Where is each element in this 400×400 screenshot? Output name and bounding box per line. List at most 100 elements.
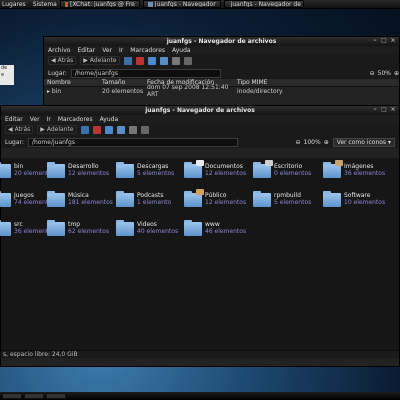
- folder-item-escritorio[interactable]: Escritorio 0 elementos: [253, 160, 323, 178]
- taskbar-button[interactable]: [46, 393, 66, 399]
- window-titlebar[interactable]: juanfgs - Navegador de archivos – □ ×: [44, 37, 399, 46]
- back-button[interactable]: ◀ Atrás: [5, 125, 34, 134]
- folder-count: 40 elementos: [137, 227, 179, 235]
- reload-icon[interactable]: [104, 125, 113, 134]
- folder-item-www[interactable]: www 46 elementos: [184, 220, 254, 236]
- fragment-text: e: [1, 72, 5, 78]
- zoom-in-icon[interactable]: ⊕: [394, 70, 399, 77]
- maximize-icon[interactable]: □: [381, 107, 387, 113]
- folder-item-videos[interactable]: Videos 40 elementos: [116, 220, 186, 236]
- folder-item-desarrollo[interactable]: Desarrollo 12 elementos: [47, 162, 117, 178]
- folder-item-publico[interactable]: Público 12 elementos: [184, 189, 254, 207]
- reload-icon[interactable]: [147, 56, 156, 65]
- forward-button[interactable]: ▶ Adelante: [80, 56, 120, 65]
- menu-ir[interactable]: Ir: [119, 47, 123, 54]
- column-header-type[interactable]: Tipo MIME: [234, 79, 314, 86]
- folder-icon: [323, 160, 343, 178]
- window-titlebar[interactable]: juanfgs - Navegador de archivos – □ ×: [1, 106, 399, 115]
- folder-item-rpmbuild[interactable]: rpmbuild 5 elementos: [253, 191, 323, 207]
- list-row[interactable]: ▸ bin 20 elementos dom 07 sep 2008 12:51…: [44, 84, 399, 98]
- zoom-level: 50%: [377, 69, 391, 77]
- zoom-control: ⊖ 50% ⊕: [370, 70, 399, 77]
- computer-icon[interactable]: [171, 56, 180, 65]
- menu-ver[interactable]: Ver: [102, 47, 112, 54]
- arrow-right-icon: ▶: [40, 126, 45, 133]
- menu-ver[interactable]: Ver: [30, 116, 40, 123]
- folder-icon: [184, 220, 202, 236]
- maximize-icon[interactable]: □: [381, 38, 387, 44]
- menubar: Editar Ver Ir Marcadores Ayuda: [1, 115, 399, 123]
- folder-item-documentos[interactable]: Documentos 12 elementos: [184, 160, 254, 178]
- menu-archivo[interactable]: Archivo: [48, 47, 70, 54]
- menu-ayuda[interactable]: Ayuda: [172, 47, 191, 54]
- panel-menu: Lugares Sistema: [0, 1, 57, 8]
- taskbar-button[interactable]: [2, 393, 22, 399]
- task-button-navegador-2[interactable]: juanfgs - Navegador de: [223, 0, 304, 8]
- folder-item-descargas[interactable]: Descargas 5 elementos: [116, 162, 186, 178]
- menu-ir[interactable]: Ir: [47, 116, 51, 123]
- menu-marcadores[interactable]: Marcadores: [130, 47, 165, 54]
- folder-item-podcasts[interactable]: Podcasts 1 elemento: [116, 191, 186, 207]
- fragment-text: de: [1, 65, 8, 71]
- home-icon[interactable]: [116, 125, 125, 134]
- minimize-icon[interactable]: –: [372, 107, 378, 113]
- task-button-xchat[interactable]: [XChat: juanfgs @ Fre: [59, 0, 140, 8]
- location-field[interactable]: /home/juanfgs: [27, 137, 238, 147]
- column-header-size[interactable]: Tamaño: [99, 79, 144, 86]
- zoom-in-icon[interactable]: ⊕: [324, 139, 329, 146]
- panel-menu-lugares[interactable]: Lugares: [2, 1, 26, 8]
- folder-count: 0 elementos: [274, 169, 312, 177]
- search-icon[interactable]: [183, 56, 192, 65]
- task-button-navegador-1[interactable]: juanfgs - Navegador: [142, 0, 221, 8]
- minimize-icon[interactable]: –: [372, 38, 378, 44]
- computer-icon[interactable]: [128, 125, 137, 134]
- location-label: Lugar:: [48, 69, 67, 77]
- location-field[interactable]: /home/juanfgs: [70, 68, 221, 78]
- menu-marcadores[interactable]: Marcadores: [58, 116, 93, 123]
- column-header-name[interactable]: Nombre: [44, 79, 99, 86]
- stop-icon[interactable]: [92, 125, 101, 134]
- back-label: Atrás: [57, 57, 74, 64]
- up-icon[interactable]: [80, 125, 89, 134]
- folder-item-software[interactable]: Software 10 elementos: [323, 191, 393, 207]
- folder-count: 62 elementos: [68, 227, 110, 235]
- toolbar: ◀ Atrás ▶ Adelante: [44, 54, 399, 67]
- panel-menu-sistema[interactable]: Sistema: [33, 1, 57, 8]
- zoom-out-icon[interactable]: ⊖: [370, 70, 375, 77]
- window-controls: – □ ×: [372, 107, 396, 113]
- xchat-icon: [64, 1, 69, 7]
- home-icon[interactable]: [159, 56, 168, 65]
- back-label: Atrás: [14, 126, 31, 133]
- menu-ayuda[interactable]: Ayuda: [100, 116, 119, 123]
- menu-editar[interactable]: Editar: [77, 47, 95, 54]
- stop-icon[interactable]: [135, 56, 144, 65]
- back-file-browser-window[interactable]: juanfgs - Navegador de archivos – □ × Ar…: [43, 36, 400, 106]
- folder-item-imagenes[interactable]: Imágenes 36 elementos: [323, 160, 393, 178]
- close-icon[interactable]: ×: [390, 107, 396, 113]
- taskbar-button[interactable]: [24, 393, 44, 399]
- document-icon: [196, 160, 204, 166]
- forward-button[interactable]: ▶ Adelante: [37, 125, 77, 134]
- front-file-browser-window[interactable]: juanfgs - Navegador de archivos – □ × Ed…: [0, 105, 400, 367]
- folder-count: 12 elementos: [205, 198, 247, 206]
- camera-icon: [335, 160, 343, 166]
- folder-item-musica[interactable]: Música 181 elementos: [47, 191, 117, 207]
- close-icon[interactable]: ×: [390, 38, 396, 44]
- back-button[interactable]: ◀ Atrás: [48, 56, 77, 65]
- window-title: juanfgs - Navegador de archivos: [145, 107, 255, 114]
- folder-count: 5 elementos: [137, 169, 175, 177]
- folder-item-tmp[interactable]: tmp 62 elementos: [47, 220, 117, 236]
- location-bar: Lugar: /home/juanfgs ⊖ 50% ⊕: [44, 67, 399, 79]
- folder-count: 36 elementos: [344, 169, 386, 177]
- folder-icon: [0, 162, 11, 178]
- search-icon[interactable]: [140, 125, 149, 134]
- zoom-out-icon[interactable]: ⊖: [296, 139, 301, 146]
- toolbar: ◀ Atrás ▶ Adelante: [1, 123, 399, 136]
- view-mode-select[interactable]: Ver como iconos ▾: [332, 137, 395, 147]
- menu-editar[interactable]: Editar: [5, 116, 23, 123]
- chevron-down-icon: ▾: [387, 138, 391, 146]
- folder-icon: [116, 162, 134, 178]
- window-controls: – □ ×: [372, 38, 396, 44]
- up-icon[interactable]: [123, 56, 132, 65]
- view-mode-label: Ver como iconos: [336, 138, 387, 146]
